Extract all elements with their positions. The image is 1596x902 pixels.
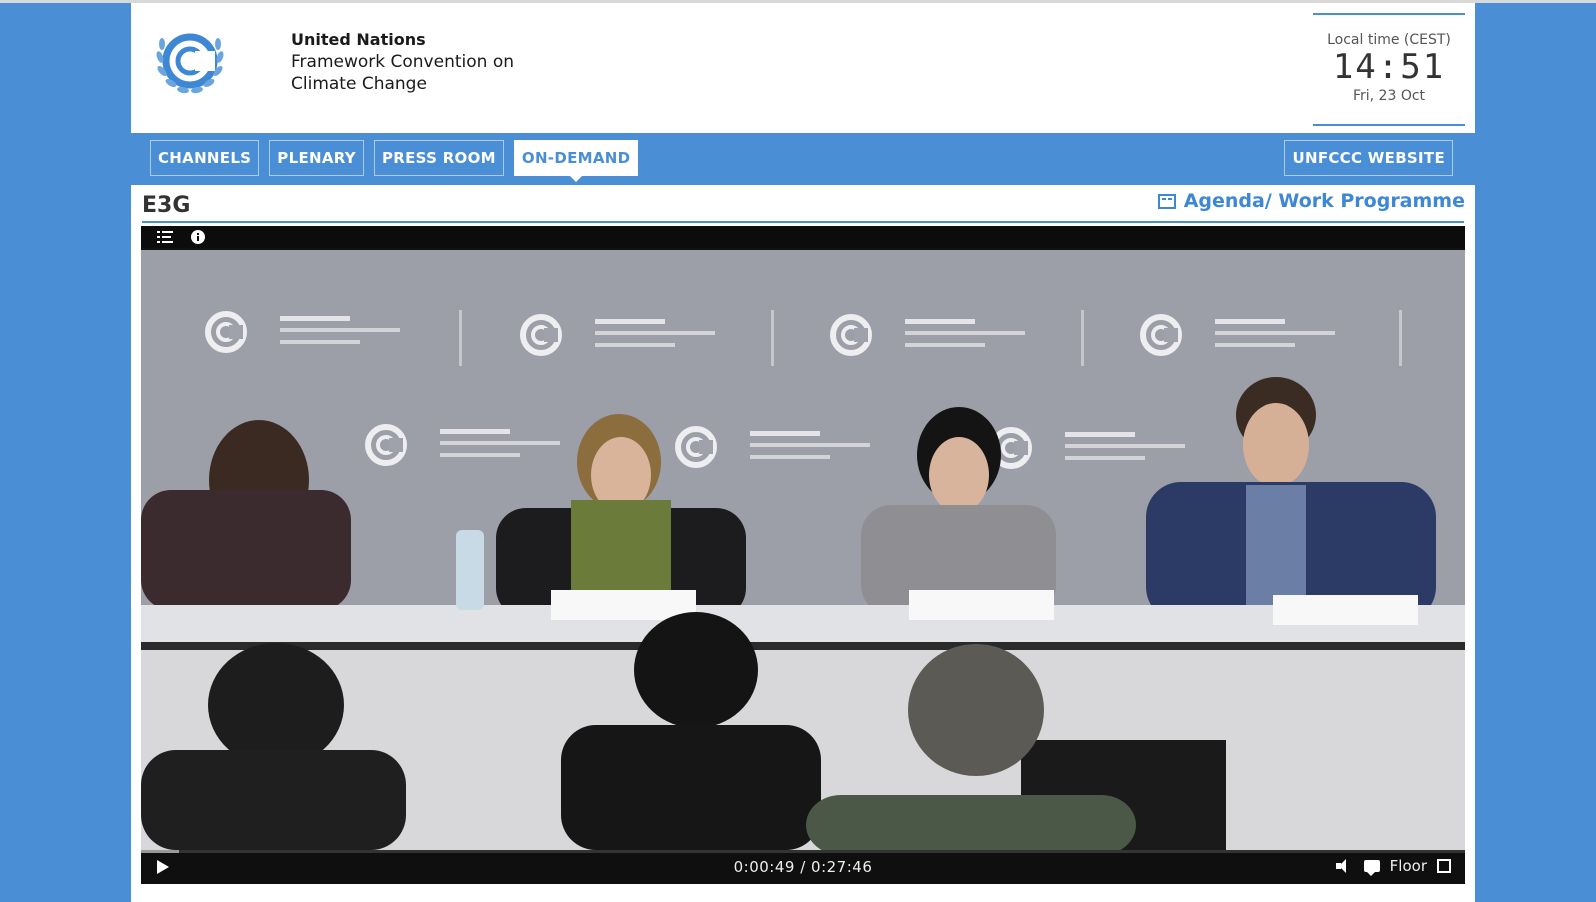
agenda-icon	[1157, 193, 1176, 209]
main-nav: CHANNELS PLENARY PRESS ROOM ON-DEMAND UN…	[141, 133, 1465, 183]
progress-fill	[141, 850, 180, 853]
audio-channel-icon[interactable]	[1363, 860, 1380, 876]
local-time-clock: 14:51	[1332, 47, 1446, 87]
unfccc-website-link[interactable]: UNFCCC WEBSITE	[1284, 140, 1453, 176]
info-icon[interactable]	[190, 230, 206, 244]
player-top-bar	[141, 226, 1465, 248]
tab-on-demand[interactable]: ON-DEMAND	[513, 140, 639, 182]
org-name-line1: United Nations	[291, 30, 426, 49]
tab-channels[interactable]: CHANNELS	[150, 140, 260, 176]
video-player: 0:00:49 / 0:27:46 Floor	[141, 226, 1465, 884]
audio-channel-label[interactable]: Floor	[1390, 857, 1427, 875]
player-right-controls: Floor	[1335, 857, 1451, 876]
unfccc-logo	[156, 33, 224, 94]
agenda-link[interactable]: Agenda/ Work Programme	[1157, 190, 1465, 212]
fullscreen-icon[interactable]	[1437, 859, 1451, 873]
time-display: 0:00:49 / 0:27:46	[733, 858, 873, 876]
tab-plenary[interactable]: PLENARY	[269, 140, 364, 176]
volume-icon[interactable]	[1335, 859, 1354, 873]
title-divider	[142, 221, 1464, 223]
progress-bar[interactable]	[141, 850, 1465, 853]
page-header: United Nations Framework Convention on C…	[131, 3, 1475, 133]
agenda-link-label: Agenda/ Work Programme	[1183, 190, 1465, 212]
page-title: E3G	[142, 193, 191, 218]
local-time-box: Local time (CEST) 14:51 Fri, 23 Oct	[1313, 13, 1465, 126]
video-frame[interactable]	[141, 250, 1465, 850]
local-time-label: Local time (CEST)	[1327, 32, 1451, 48]
content-panel: E3G Agenda/ Work Programme 0:00:49 / 0:2…	[131, 185, 1475, 902]
org-name-line3: Climate Change	[291, 74, 427, 94]
tab-press-room[interactable]: PRESS ROOM	[373, 140, 504, 176]
organization-name: United Nations Framework Convention on C…	[291, 29, 514, 95]
local-date: Fri, 23 Oct	[1352, 88, 1426, 104]
org-name-line2: Framework Convention on	[291, 52, 514, 72]
playlist-icon[interactable]	[157, 230, 173, 244]
player-controls: 0:00:49 / 0:27:46 Floor	[141, 850, 1465, 884]
